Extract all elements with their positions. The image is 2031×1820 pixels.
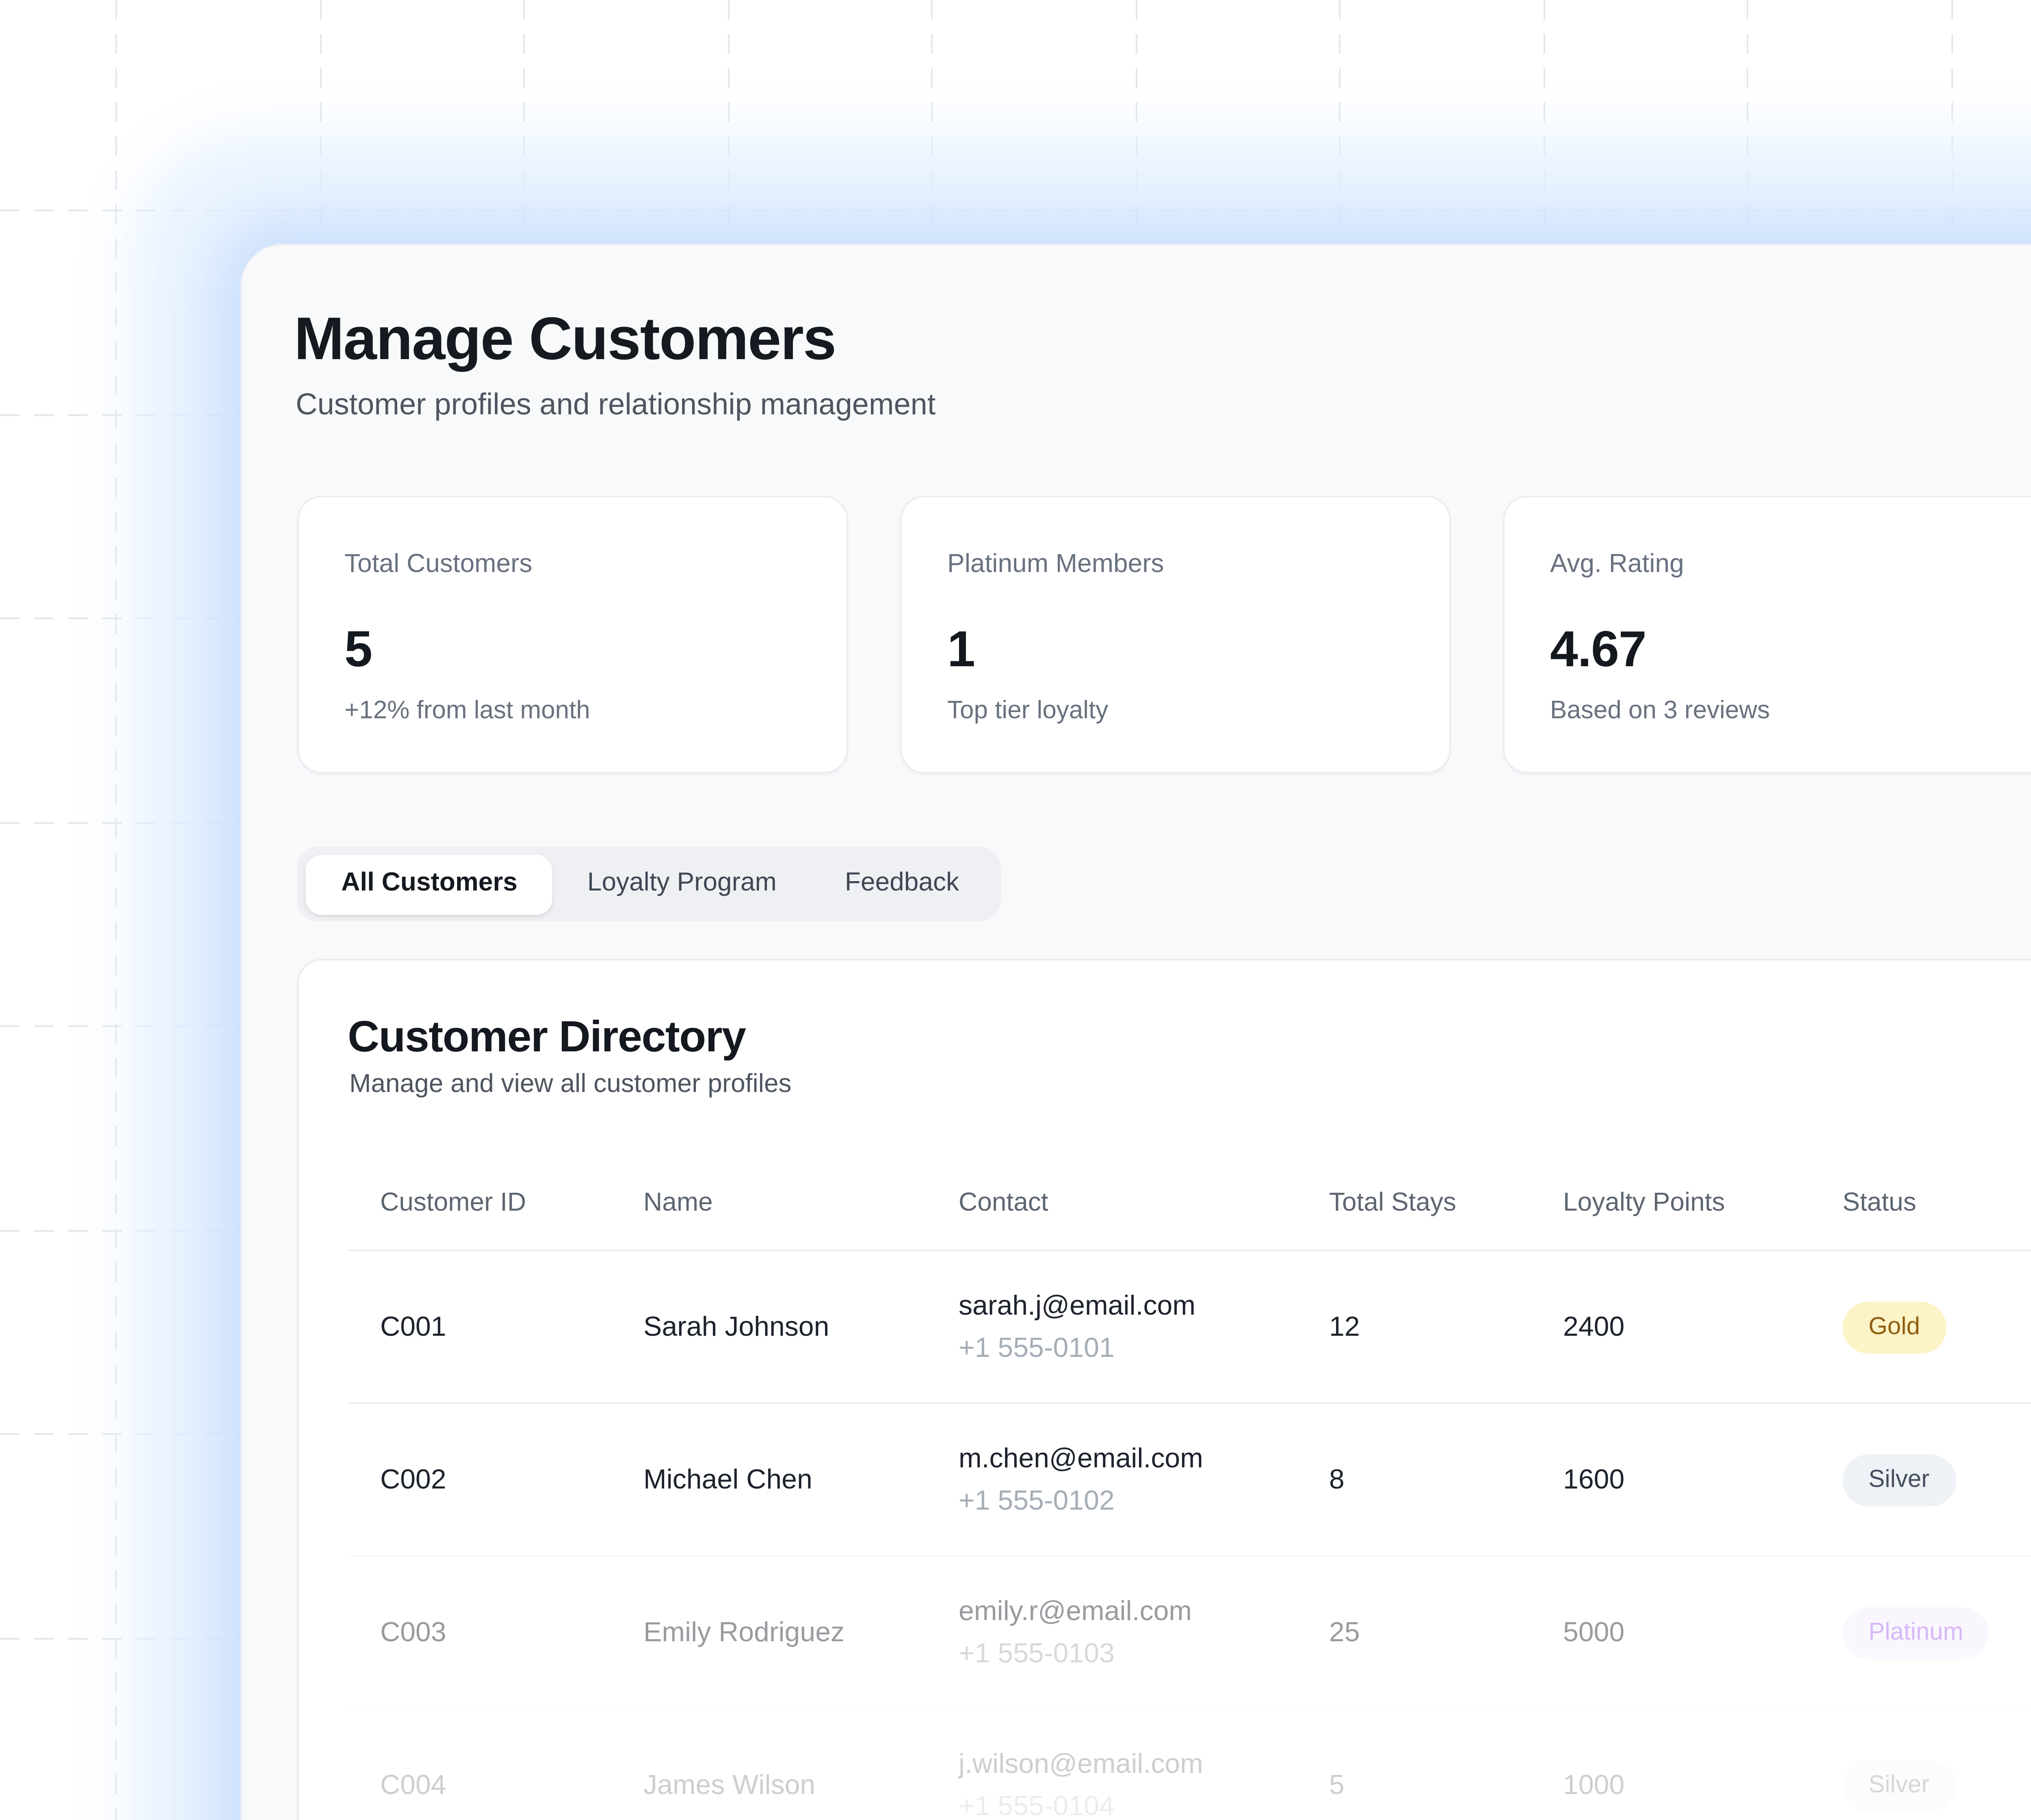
tab-loyalty-program[interactable]: Loyalty Program [553, 854, 811, 914]
cell-contact: emily.r@email.com +1 555-0103 [959, 1557, 1192, 1708]
column-header: Customer ID [380, 1185, 526, 1224]
table-body: C001 Sarah Johnson sarah.j@email.com +1 … [299, 1250, 2031, 1820]
status-badge: Silver [1843, 1759, 1955, 1811]
contact-email: emily.r@email.com [959, 1590, 1192, 1632]
stat-label: Total Customers [344, 549, 801, 582]
cell-customer-id: C003 [380, 1557, 446, 1708]
grid-line [0, 210, 2031, 211]
tab-feedback[interactable]: Feedback [811, 854, 993, 914]
cell-customer-id: C001 [380, 1251, 446, 1402]
contact-email: m.chen@email.com [959, 1437, 1203, 1480]
cell-name: Michael Chen [643, 1404, 812, 1555]
table-row: C001 Sarah Johnson sarah.j@email.com +1 … [348, 1250, 2031, 1402]
main-card: Manage Customers Customer profiles and r… [240, 244, 2031, 1820]
column-header: Loyalty Points [1563, 1185, 1725, 1224]
stat-value: 4.67 [1550, 618, 2007, 682]
stat-note: Top tier loyalty [947, 696, 1404, 728]
cell-name: Emily Rodriguez [643, 1557, 844, 1708]
cell-name: Sarah Johnson [643, 1251, 829, 1402]
stat-note: Based on 3 reviews [1550, 696, 2007, 728]
stat-card: Total Customers 5 +12% from last month [297, 496, 848, 774]
contact-email: sarah.j@email.com [959, 1285, 1195, 1327]
cell-name: James Wilson [643, 1710, 815, 1820]
contact-phone: +1 555-0103 [959, 1632, 1115, 1675]
contact-phone: +1 555-0104 [959, 1785, 1115, 1820]
cell-loyalty-points: 1000 [1563, 1710, 1624, 1820]
cell-status: Gold [1843, 1251, 1946, 1402]
cell-total-stays: 25 [1329, 1557, 1360, 1708]
cell-customer-id: C002 [380, 1404, 446, 1555]
stat-label: Platinum Members [947, 549, 1404, 582]
cell-loyalty-points: 2400 [1563, 1251, 1624, 1402]
tab-bar: All CustomersLoyalty ProgramFeedback [297, 847, 1001, 921]
stat-card: Avg. Rating 4.67 Based on 3 reviews [1503, 496, 2031, 774]
table-header: Customer ID Name Contact Total Stays Loyalty… [299, 1185, 2031, 1224]
cell-status: Platinum [1843, 1557, 1989, 1708]
page-subtitle: Customer profiles and relationship manag… [296, 382, 935, 427]
cell-status: Silver [1843, 1710, 1955, 1820]
grid-line [115, 0, 117, 1820]
table-row: C003 Emily Rodriguez emily.r@email.com +… [348, 1555, 2031, 1708]
status-badge: Silver [1843, 1454, 1955, 1506]
cell-total-stays: 8 [1329, 1404, 1345, 1555]
page-title: Manage Customers [294, 301, 836, 379]
table-row: C002 Michael Chen m.chen@email.com +1 55… [348, 1402, 2031, 1555]
directory-subtitle: Manage and view all customer profiles [349, 1068, 792, 1103]
stat-note: +12% from last month [344, 696, 801, 728]
cell-loyalty-points: 5000 [1563, 1557, 1624, 1708]
contact-phone: +1 555-0102 [959, 1480, 1115, 1522]
cell-contact: m.chen@email.com +1 555-0102 [959, 1404, 1203, 1555]
stat-card: Platinum Members 1 Top tier loyalty [900, 496, 1451, 774]
cell-contact: j.wilson@email.com +1 555-0104 [959, 1710, 1203, 1820]
contact-email: j.wilson@email.com [959, 1743, 1203, 1785]
stat-label: Avg. Rating [1550, 549, 2007, 582]
column-header: Status [1843, 1185, 1916, 1224]
contact-phone: +1 555-0101 [959, 1327, 1115, 1369]
table-row: C004 James Wilson j.wilson@email.com +1 … [348, 1708, 2031, 1820]
column-header: Total Stays [1329, 1185, 1456, 1224]
column-header: Name [643, 1185, 713, 1224]
cell-loyalty-points: 1600 [1563, 1404, 1624, 1555]
stats-row: Total Customers 5 +12% from last month P… [297, 496, 2031, 774]
stat-value: 5 [344, 618, 801, 682]
status-badge: Gold [1843, 1301, 1946, 1353]
column-header: Contact [959, 1185, 1048, 1224]
cell-total-stays: 12 [1329, 1251, 1360, 1402]
status-badge: Platinum [1843, 1606, 1989, 1658]
customer-directory-card: Customer Directory Manage and view all c… [297, 959, 2031, 1820]
cell-customer-id: C004 [380, 1710, 446, 1820]
tab-all-customers[interactable]: All Customers [305, 854, 553, 914]
directory-title: Customer Directory [348, 1009, 746, 1064]
cell-total-stays: 5 [1329, 1710, 1345, 1820]
page: Manage Customers Customer profiles and r… [0, 0, 2031, 1820]
cell-contact: sarah.j@email.com +1 555-0101 [959, 1251, 1195, 1402]
cell-status: Silver [1843, 1404, 1955, 1555]
stat-value: 1 [947, 618, 1404, 682]
